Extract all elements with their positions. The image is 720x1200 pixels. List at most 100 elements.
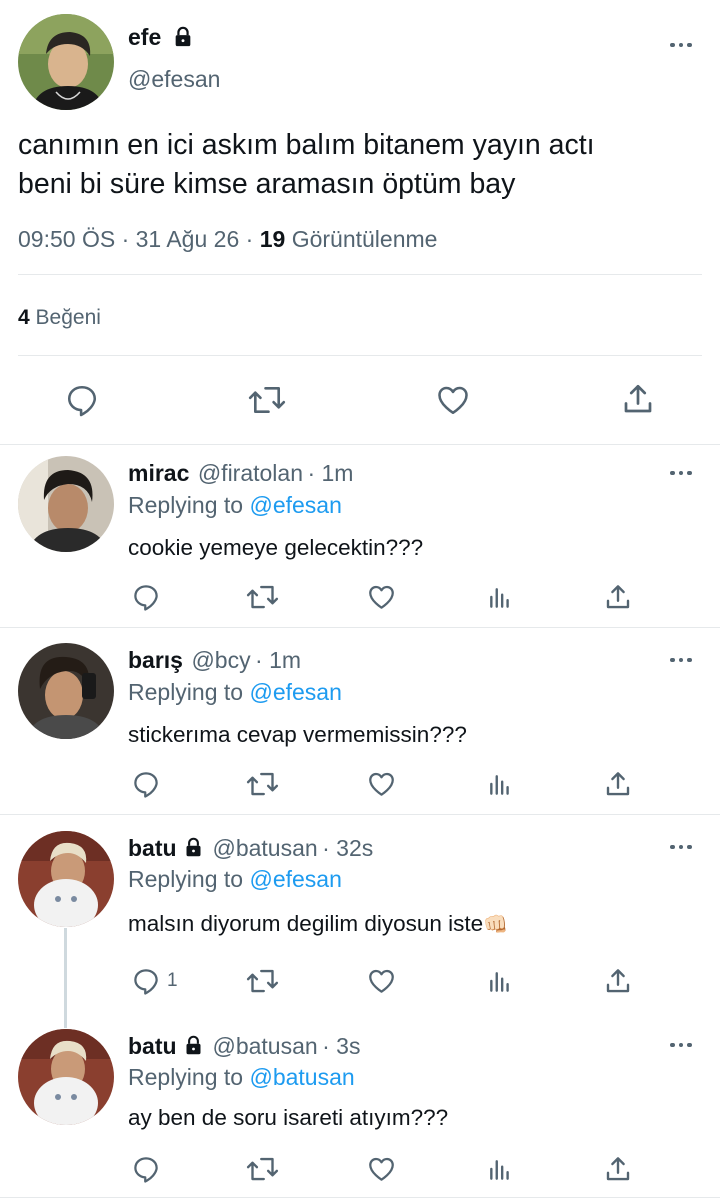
share-icon: [624, 384, 652, 413]
share-button[interactable]: [620, 380, 656, 418]
reply-button[interactable]: [131, 1154, 161, 1184]
divider: [18, 355, 702, 356]
like-button[interactable]: [366, 966, 397, 996]
author-name[interactable]: batu: [128, 1033, 177, 1059]
share-icon: [606, 969, 630, 993]
replying-to: Replying to @efesan: [128, 866, 342, 893]
reply-header: batu @batusan · 3s: [128, 1033, 360, 1060]
likes-count: 4: [18, 306, 30, 329]
reply-button[interactable]: [131, 582, 161, 612]
author-handle[interactable]: @batusan: [212, 1033, 317, 1059]
avatar[interactable]: [18, 1029, 114, 1125]
retweet-button[interactable]: [246, 1154, 279, 1184]
avatar[interactable]: [18, 14, 114, 110]
share-button[interactable]: [603, 966, 633, 996]
replying-to-link[interactable]: @efesan: [249, 679, 341, 705]
share-button[interactable]: [603, 1154, 633, 1184]
more-options-icon[interactable]: [670, 656, 694, 664]
avatar[interactable]: [18, 456, 114, 552]
retweet-button[interactable]: [246, 966, 279, 996]
replying-to-link[interactable]: @efesan: [249, 866, 341, 892]
like-button[interactable]: [366, 582, 397, 612]
reply-age[interactable]: · 1m: [255, 647, 301, 673]
replying-to-link[interactable]: @batusan: [249, 1064, 354, 1090]
heart-icon: [369, 585, 394, 609]
analytics-icon: [490, 1160, 509, 1180]
more-options-icon[interactable]: [670, 41, 694, 49]
avatar[interactable]: [18, 643, 114, 739]
more-options-icon[interactable]: [670, 469, 694, 477]
comment-icon: [134, 585, 158, 611]
reply-text: cookie yemeye gelecektin???: [128, 535, 424, 560]
views-count: 19: [259, 226, 286, 252]
reply-text-row: malsın diyorum degilim diyosun iste👊🏻: [128, 911, 508, 937]
reply-count: 1: [167, 970, 178, 991]
retweet-button[interactable]: [248, 382, 286, 418]
divider: [18, 274, 702, 275]
author-handle[interactable]: @efesan: [128, 66, 220, 93]
share-icon: [606, 585, 630, 609]
comment-icon: [134, 1157, 158, 1183]
reply-header: mirac @firatolan · 1m: [128, 460, 353, 487]
author-handle[interactable]: @bcy: [191, 647, 250, 673]
comment-icon: [67, 385, 97, 417]
reply-header: barış @bcy · 1m: [128, 647, 301, 674]
replying-to-label: Replying to: [128, 679, 244, 705]
lock-icon: [175, 26, 190, 47]
author-name[interactable]: mirac: [128, 460, 189, 486]
reply-button[interactable]: [64, 382, 100, 418]
views-button[interactable]: [486, 585, 514, 611]
thread-line: [64, 928, 67, 1028]
heart-icon: [438, 386, 468, 415]
tweet-text-line: canımın en ici askım balım bitanem yayın…: [18, 129, 595, 161]
share-button[interactable]: [603, 769, 633, 799]
like-button[interactable]: [366, 1154, 397, 1184]
author-name[interactable]: efe: [128, 24, 194, 51]
heart-icon: [369, 1157, 394, 1181]
retweet-icon: [248, 386, 286, 414]
divider: [0, 1197, 720, 1198]
replying-to: Replying to @efesan: [128, 679, 342, 706]
more-options-icon[interactable]: [670, 843, 694, 851]
reply-age[interactable]: · 32s: [322, 835, 373, 861]
author-handle[interactable]: @firatolan: [198, 460, 303, 486]
reply-button[interactable]: 1: [131, 966, 178, 996]
author-name[interactable]: batu: [128, 835, 177, 861]
retweet-button[interactable]: [246, 582, 279, 612]
more-options-icon[interactable]: [670, 1041, 694, 1049]
reply-text: ay ben de soru isareti atıyım???: [128, 1105, 449, 1130]
views-button[interactable]: [486, 969, 514, 995]
views-label: Görüntülenme: [291, 226, 438, 252]
reply-text: malsın diyorum degilim diyosun iste: [128, 911, 484, 936]
retweet-button[interactable]: [246, 769, 279, 799]
replying-to-link[interactable]: @efesan: [249, 492, 341, 518]
tweet-time[interactable]: 09:50 ÖS: [18, 226, 115, 252]
analytics-icon: [490, 588, 509, 608]
likes-summary[interactable]: 4 Beğeni: [18, 306, 101, 330]
like-button[interactable]: [366, 769, 397, 799]
tweet-text: canımın en ici askım balım bitanem yayın…: [18, 126, 595, 204]
author-name[interactable]: barış: [128, 647, 183, 673]
tweet-date[interactable]: 31 Ağu 26: [136, 226, 240, 252]
avatar[interactable]: [18, 831, 114, 927]
likes-label: Beğeni: [35, 306, 101, 329]
separator: ·: [121, 226, 130, 252]
author-handle[interactable]: @batusan: [212, 835, 317, 861]
replying-to: Replying to @efesan: [128, 492, 342, 519]
retweet-icon: [246, 585, 279, 609]
reply-age[interactable]: · 3s: [322, 1033, 360, 1059]
share-button[interactable]: [603, 582, 633, 612]
heart-icon: [369, 969, 394, 993]
separator: ·: [245, 226, 254, 252]
reply-age[interactable]: · 1m: [307, 460, 353, 486]
lock-icon: [186, 837, 201, 857]
replying-to-label: Replying to: [128, 1064, 244, 1090]
like-button[interactable]: [434, 382, 472, 418]
comment-icon: [134, 772, 158, 798]
heart-icon: [369, 772, 394, 796]
reply-button[interactable]: [131, 769, 161, 799]
retweet-icon: [246, 772, 279, 796]
views-button[interactable]: [486, 772, 514, 798]
author-name-text: efe: [128, 24, 162, 50]
views-button[interactable]: [486, 1157, 514, 1183]
